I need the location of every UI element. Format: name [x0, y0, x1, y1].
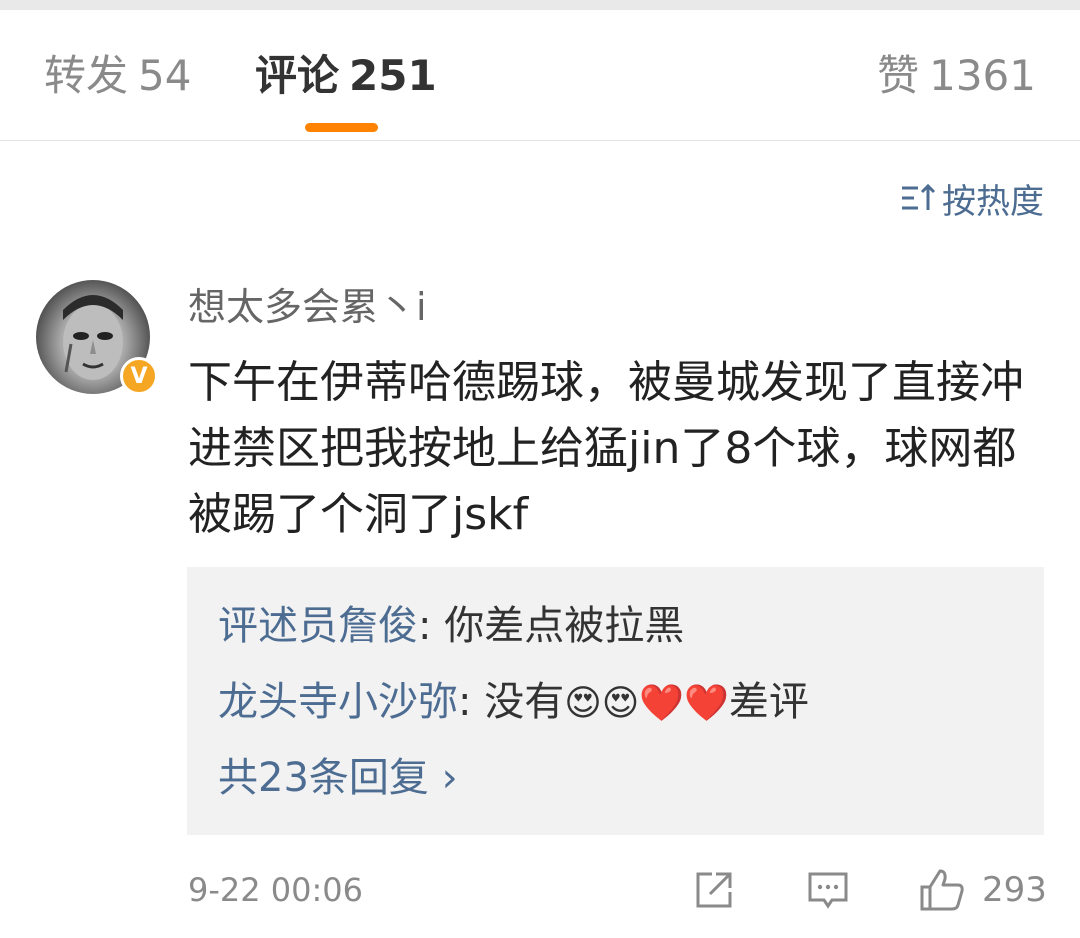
more-replies-link[interactable]: 共23条回复 › [218, 751, 458, 805]
comment-content: 下午在伊蒂哈德踢球，被曼城发现了直接冲进禁区把我按地上给猛jin了8个球，球网都… [188, 357, 1024, 540]
reply-separator: : [458, 679, 485, 725]
like-button[interactable]: 293 [918, 864, 1047, 916]
tab-comments-label: 评论 [255, 51, 340, 100]
tab-comments[interactable]: 评论 251 [255, 50, 437, 102]
comment-icon [808, 872, 848, 909]
comment-page: 转发 54 评论 251 赞 1361 按热度 V 想太多会累丶i 下午在伊蒂哈… [0, 0, 1080, 938]
red-heart-emoji-icon: ❤️ [684, 683, 729, 724]
thumbs-up-icon [920, 869, 964, 911]
sort-toggle[interactable]: 按热度 [900, 176, 1044, 222]
reply-text: 你差点被拉黑 [444, 603, 685, 649]
tab-bar: 转发 54 评论 251 赞 1361 [0, 10, 1080, 141]
reply-button[interactable] [806, 864, 850, 916]
tab-repost[interactable]: 转发 54 [44, 50, 191, 102]
sort-label: 按热度 [942, 181, 1044, 222]
comment-username[interactable]: 想太多会累丶i [188, 282, 427, 332]
sort-icon [902, 183, 936, 210]
tab-likes-label: 赞 [877, 51, 920, 100]
reply-separator: : [418, 603, 445, 649]
tab-repost-label: 转发 [44, 51, 129, 100]
reply-text-before: 没有 [484, 679, 565, 725]
heart-eyes-emoji-icon: 😍 [601, 683, 640, 724]
share-icon [696, 872, 732, 908]
verified-badge-icon: V [120, 357, 158, 395]
tab-likes[interactable]: 赞 1361 [877, 50, 1036, 102]
reply-text-after: 差评 [728, 679, 809, 725]
replies-box[interactable]: 评述员詹俊: 你差点被拉黑 龙头寺小沙弥: 没有😍😍❤️❤️差评 共23条回复 … [187, 567, 1044, 835]
avatar[interactable]: V [36, 280, 158, 395]
share-button[interactable] [692, 864, 736, 916]
tab-repost-count: 54 [138, 51, 192, 100]
comment-timestamp: 9-22 00:06 [188, 871, 364, 909]
reply-item[interactable]: 评述员詹俊: 你差点被拉黑 [218, 599, 684, 653]
active-tab-indicator [305, 123, 378, 132]
like-count: 293 [982, 870, 1047, 910]
tab-likes-count: 1361 [929, 51, 1036, 100]
reply-author[interactable]: 龙头寺小沙弥 [218, 679, 458, 725]
red-heart-emoji-icon: ❤️ [639, 683, 685, 724]
top-strip [0, 0, 1080, 10]
tab-comments-count: 251 [349, 51, 437, 100]
reply-item[interactable]: 龙头寺小沙弥: 没有😍😍❤️❤️差评 [218, 675, 809, 731]
heart-eyes-emoji-icon: 😍 [564, 683, 602, 724]
reply-author[interactable]: 评述员詹俊 [218, 603, 418, 649]
